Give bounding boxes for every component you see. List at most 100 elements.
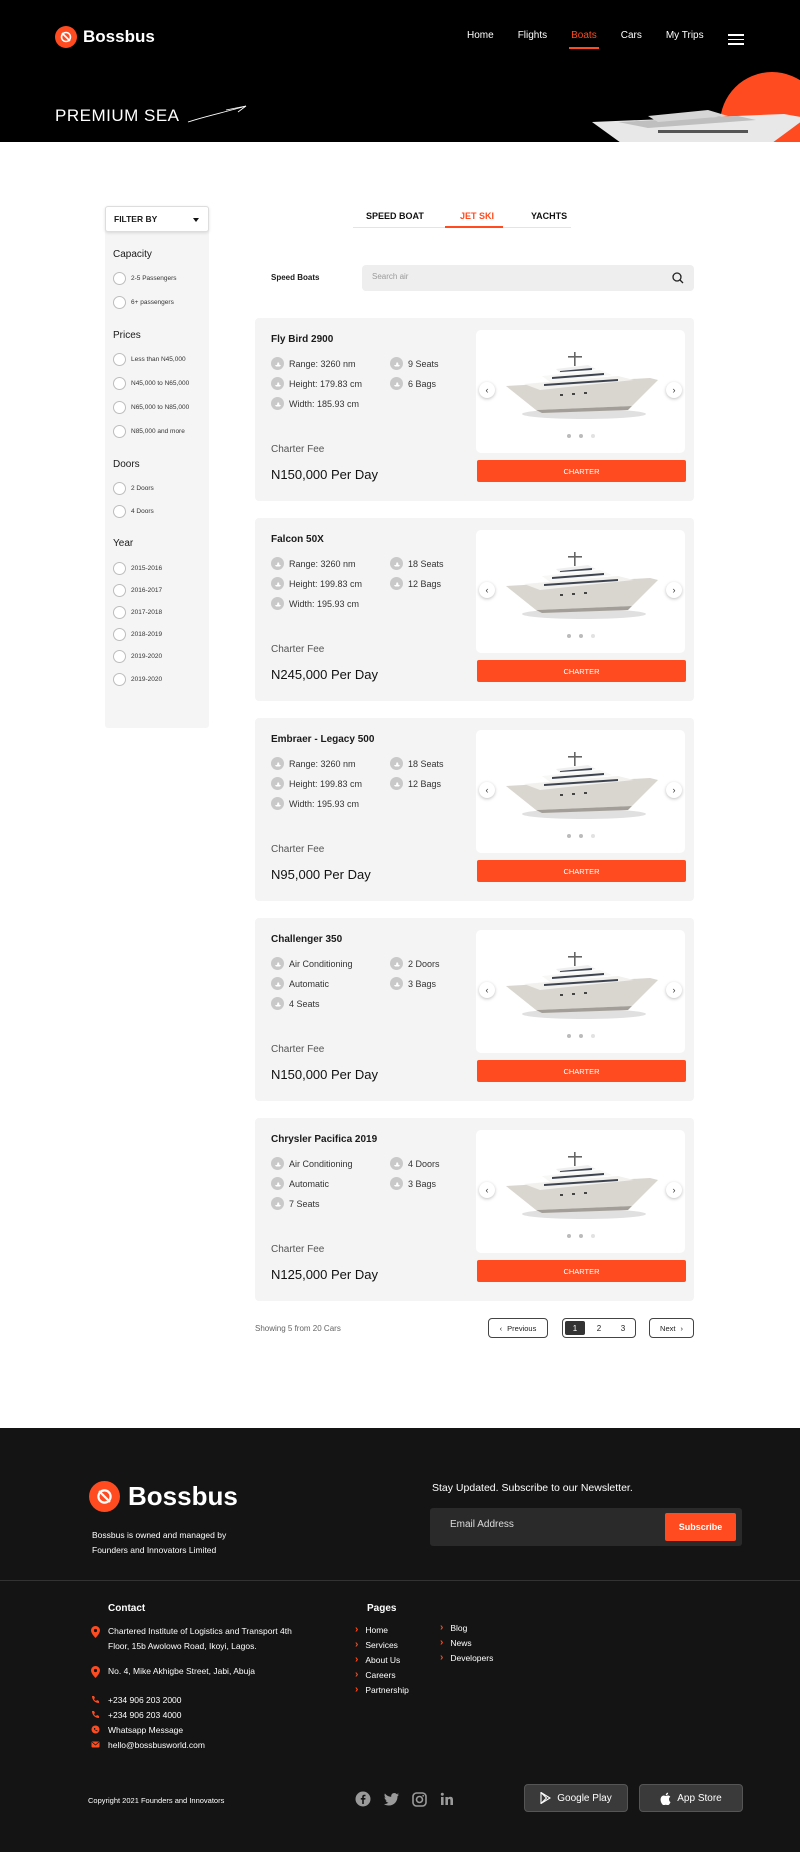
feature-label: Range: 3260 nm	[289, 558, 356, 569]
carousel-next-icon[interactable]: ›	[666, 982, 682, 998]
nav-home[interactable]: Home	[467, 30, 494, 49]
charter-button[interactable]: CHARTER	[477, 860, 686, 882]
contact-phone-1[interactable]: +234 906 203 2000	[91, 1693, 182, 1708]
footer-link-about[interactable]: › About Us	[355, 1654, 400, 1665]
footer-link-blog[interactable]: › Blog	[440, 1622, 467, 1633]
radio-icon[interactable]	[113, 505, 126, 518]
filter-option[interactable]: Less than N45,000	[113, 353, 186, 366]
carousel-dot[interactable]	[591, 434, 595, 438]
carousel-dot[interactable]	[591, 1034, 595, 1038]
carousel-dot[interactable]	[591, 1234, 595, 1238]
radio-icon[interactable]	[113, 650, 126, 663]
nav-cars[interactable]: Cars	[621, 30, 642, 49]
carousel-dot[interactable]	[591, 834, 595, 838]
filter-option[interactable]: N45,000 to N65,000	[113, 377, 189, 390]
tab-speed-boat[interactable]: SPEED BOAT	[366, 211, 424, 221]
carousel-prev-icon[interactable]: ‹	[479, 782, 495, 798]
footer-link-partnership[interactable]: › Partnership	[355, 1684, 409, 1695]
charter-button[interactable]: CHARTER	[477, 1260, 686, 1282]
carousel-prev-icon[interactable]: ‹	[479, 582, 495, 598]
radio-icon[interactable]	[113, 377, 126, 390]
contact-whatsapp[interactable]: Whatsapp Message	[91, 1723, 183, 1738]
instagram-icon[interactable]	[410, 1790, 428, 1808]
search-icon[interactable]	[672, 272, 684, 284]
newsletter-email-input[interactable]	[450, 1519, 650, 1530]
filter-option[interactable]: 2016-2017	[113, 584, 162, 597]
radio-icon[interactable]	[113, 401, 126, 414]
filter-option[interactable]: 2-5 Passengers	[113, 272, 177, 285]
charter-button[interactable]: CHARTER	[477, 660, 686, 682]
footer-link-home[interactable]: › Home	[355, 1624, 388, 1635]
feature-icon	[271, 357, 284, 370]
filter-option[interactable]: 2 Doors	[113, 482, 154, 495]
carousel-dot[interactable]	[579, 1034, 583, 1038]
google-play-button[interactable]: Google Play	[524, 1784, 628, 1812]
carousel-next-icon[interactable]: ›	[666, 382, 682, 398]
nav-flights[interactable]: Flights	[518, 30, 547, 49]
carousel-dot[interactable]	[579, 434, 583, 438]
contact-phone-2[interactable]: +234 906 203 4000	[91, 1708, 182, 1723]
carousel-dot[interactable]	[567, 434, 571, 438]
carousel-dot[interactable]	[579, 634, 583, 638]
radio-icon[interactable]	[113, 673, 126, 686]
radio-icon[interactable]	[113, 482, 126, 495]
charter-button[interactable]: CHARTER	[477, 460, 686, 482]
radio-icon[interactable]	[113, 353, 126, 366]
tab-yachts[interactable]: YACHTS	[531, 211, 567, 221]
filter-option[interactable]: 2019-2020	[113, 673, 162, 686]
carousel-next-icon[interactable]: ›	[666, 582, 682, 598]
filter-option[interactable]: 6+ passengers	[113, 296, 174, 309]
carousel-dot[interactable]	[579, 834, 583, 838]
filter-option[interactable]: N85,000 and more	[113, 425, 185, 438]
footer-link-careers[interactable]: › Careers	[355, 1669, 396, 1680]
radio-icon[interactable]	[113, 628, 126, 641]
radio-icon[interactable]	[113, 562, 126, 575]
carousel-dot[interactable]	[567, 634, 571, 638]
charter-button[interactable]: CHARTER	[477, 1060, 686, 1082]
radio-icon[interactable]	[113, 606, 126, 619]
page-number[interactable]: 2	[589, 1321, 609, 1335]
footer-link-news[interactable]: › News	[440, 1637, 472, 1648]
search-input[interactable]	[372, 272, 652, 281]
filter-option[interactable]: 2019-2020	[113, 650, 162, 663]
carousel-dot[interactable]	[579, 1234, 583, 1238]
footer-link-developers[interactable]: › Developers	[440, 1652, 493, 1663]
radio-icon[interactable]	[113, 272, 126, 285]
page-number[interactable]: 1	[565, 1321, 585, 1335]
hamburger-menu-icon[interactable]	[728, 34, 744, 48]
filter-option[interactable]: 4 Doors	[113, 505, 154, 518]
nav-my-trips[interactable]: My Trips	[666, 30, 704, 49]
filter-option[interactable]: 2018-2019	[113, 628, 162, 641]
previous-page-button[interactable]: ‹ Previous	[488, 1318, 548, 1338]
footer-link-services[interactable]: › Services	[355, 1639, 398, 1650]
carousel-prev-icon[interactable]: ‹	[479, 982, 495, 998]
subscribe-button[interactable]: Subscribe	[665, 1513, 736, 1541]
app-store-button[interactable]: App Store	[639, 1784, 743, 1812]
nav-boats[interactable]: Boats	[569, 30, 599, 49]
tab-jet-ski[interactable]: JET SKI	[460, 211, 494, 221]
carousel-next-icon[interactable]: ›	[666, 1182, 682, 1198]
carousel-dot[interactable]	[567, 1234, 571, 1238]
carousel-dot[interactable]	[567, 834, 571, 838]
radio-icon[interactable]	[113, 296, 126, 309]
carousel-dot[interactable]	[591, 634, 595, 638]
linkedin-icon[interactable]	[438, 1790, 456, 1808]
filter-option[interactable]: 2015-2016	[113, 562, 162, 575]
brand-logo[interactable]: Bossbus	[55, 26, 155, 48]
carousel-dot[interactable]	[567, 1034, 571, 1038]
filter-by-select[interactable]: FILTER BY	[105, 206, 209, 232]
radio-icon[interactable]	[113, 584, 126, 597]
radio-icon[interactable]	[113, 425, 126, 438]
carousel-next-icon[interactable]: ›	[666, 782, 682, 798]
carousel-prev-icon[interactable]: ‹	[479, 1182, 495, 1198]
filter-option[interactable]: N65,000 to N85,000	[113, 401, 189, 414]
carousel-prev-icon[interactable]: ‹	[479, 382, 495, 398]
twitter-icon[interactable]	[382, 1790, 400, 1808]
facebook-icon[interactable]	[354, 1790, 372, 1808]
next-page-button[interactable]: Next ›	[649, 1318, 694, 1338]
location-pin-icon	[91, 1666, 100, 1678]
footer-logo[interactable]: Bossbus	[89, 1481, 238, 1512]
filter-option[interactable]: 2017-2018	[113, 606, 162, 619]
page-number[interactable]: 3	[613, 1321, 633, 1335]
contact-email[interactable]: hello@bossbusworld.com	[91, 1738, 205, 1753]
